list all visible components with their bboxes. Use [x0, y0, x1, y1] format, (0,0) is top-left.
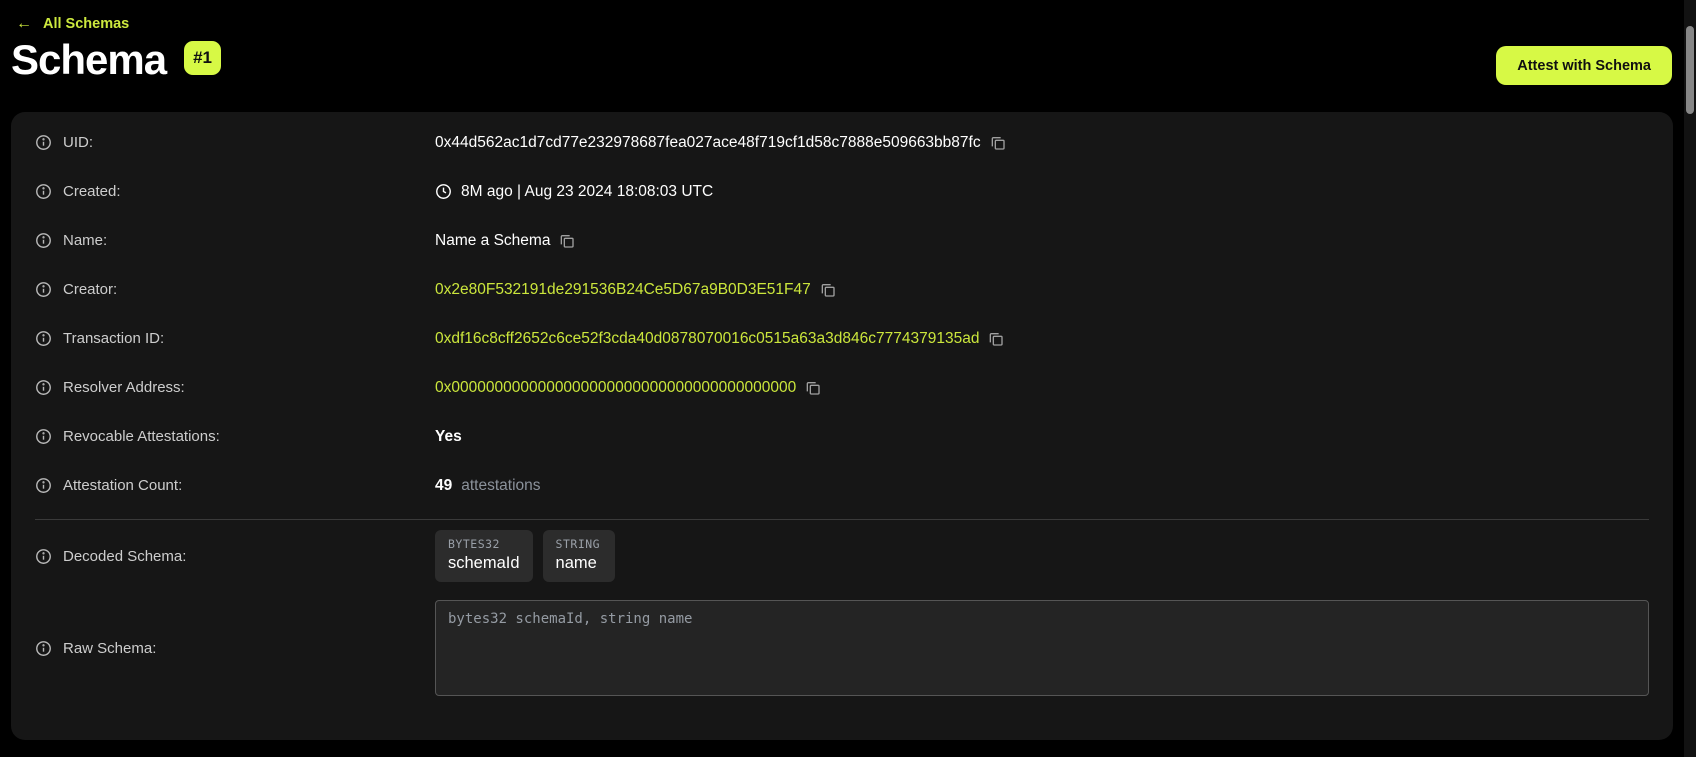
info-icon [35, 640, 52, 657]
attestations-link[interactable]: attestations [461, 477, 540, 495]
info-icon [35, 379, 52, 396]
creator-value-cell: 0x2e80F532191de291536B24Ce5D67a9B0D3E51F… [435, 281, 836, 299]
detail-row-name: Name: Name a Schema [11, 216, 1673, 265]
schema-field-chip: BYTES32 schemaId [435, 530, 533, 582]
raw-schema-label-cell: Raw Schema: [35, 640, 435, 657]
name-value-cell: Name a Schema [435, 232, 575, 250]
detail-row-resolver: Resolver Address: 0x00000000000000000000… [11, 363, 1673, 412]
info-icon [35, 548, 52, 565]
title-row: Schema #1 [11, 36, 221, 84]
created-label: Created: [63, 183, 121, 200]
info-icon [35, 428, 52, 445]
raw-schema-label: Raw Schema: [63, 640, 156, 657]
detail-row-attestation-count: Attestation Count: 49 attestations [11, 461, 1673, 510]
detail-row-decoded-schema: Decoded Schema: BYTES32 schemaId STRING … [11, 520, 1673, 592]
transaction-id-link[interactable]: 0xdf16c8cff2652c6ce52f3cda40d0878070016c… [435, 330, 979, 348]
field-name: name [556, 554, 597, 572]
copy-icon [988, 331, 1004, 347]
decoded-schema-fields: BYTES32 schemaId STRING name [435, 530, 615, 582]
resolver-label: Resolver Address: [63, 379, 185, 396]
creator-address-link[interactable]: 0x2e80F532191de291536B24Ce5D67a9B0D3E51F… [435, 281, 811, 299]
uid-label-cell: UID: [35, 134, 435, 151]
info-icon [35, 134, 52, 151]
transaction-label-cell: Transaction ID: [35, 330, 435, 347]
info-icon [35, 477, 52, 494]
transaction-label: Transaction ID: [63, 330, 164, 347]
copy-name-button[interactable] [559, 233, 575, 249]
uid-label: UID: [63, 134, 93, 151]
revocable-label-cell: Revocable Attestations: [35, 428, 435, 445]
attestation-count-number: 49 [435, 477, 452, 495]
attestation-count-label: Attestation Count: [63, 477, 182, 494]
copy-creator-button[interactable] [820, 282, 836, 298]
page-title: Schema [11, 36, 166, 84]
copy-uid-button[interactable] [990, 135, 1006, 151]
revocable-value: Yes [435, 428, 462, 446]
uid-value-cell: 0x44d562ac1d7cd77e232978687fea027ace48f7… [435, 134, 1006, 152]
info-icon [35, 330, 52, 347]
raw-schema-textarea[interactable]: bytes32 schemaId, string name [435, 600, 1649, 696]
schema-name-value: Name a Schema [435, 232, 550, 250]
schema-details-card: UID: 0x44d562ac1d7cd77e232978687fea027ac… [11, 112, 1673, 740]
detail-row-revocable: Revocable Attestations: Yes [11, 412, 1673, 461]
created-value: 8M ago | Aug 23 2024 18:08:03 UTC [461, 183, 713, 201]
copy-icon [805, 380, 821, 396]
detail-row-transaction-id: Transaction ID: 0xdf16c8cff2652c6ce52f3c… [11, 314, 1673, 363]
info-icon [35, 232, 52, 249]
name-label: Name: [63, 232, 107, 249]
revocable-label: Revocable Attestations: [63, 428, 220, 445]
created-value-cell: 8M ago | Aug 23 2024 18:08:03 UTC [435, 183, 713, 201]
creator-label: Creator: [63, 281, 117, 298]
detail-row-created: Created: 8M ago | Aug 23 2024 18:08:03 U… [11, 167, 1673, 216]
clock-icon [435, 183, 452, 200]
scrollbar-thumb[interactable] [1686, 26, 1694, 114]
detail-row-creator: Creator: 0x2e80F532191de291536B24Ce5D67a… [11, 265, 1673, 314]
resolver-label-cell: Resolver Address: [35, 379, 435, 396]
back-link-label: All Schemas [43, 16, 129, 32]
page-scrollbar[interactable] [1684, 0, 1696, 757]
copy-icon [820, 282, 836, 298]
detail-row-uid: UID: 0x44d562ac1d7cd77e232978687fea027ac… [11, 118, 1673, 167]
copy-icon [559, 233, 575, 249]
resolver-address-link[interactable]: 0x00000000000000000000000000000000000000… [435, 379, 796, 397]
arrow-left-icon: ← [16, 16, 32, 32]
detail-row-raw-schema: Raw Schema: bytes32 schemaId, string nam… [11, 592, 1673, 704]
transaction-value-cell: 0xdf16c8cff2652c6ce52f3cda40d0878070016c… [435, 330, 1004, 348]
created-label-cell: Created: [35, 183, 435, 200]
field-type: BYTES32 [448, 537, 520, 551]
uid-value: 0x44d562ac1d7cd77e232978687fea027ace48f7… [435, 134, 981, 152]
attestation-count-label-cell: Attestation Count: [35, 477, 435, 494]
revocable-value-cell: Yes [435, 428, 462, 446]
attest-with-schema-button[interactable]: Attest with Schema [1496, 46, 1672, 85]
schema-field-chip: STRING name [543, 530, 615, 582]
resolver-value-cell: 0x00000000000000000000000000000000000000… [435, 379, 821, 397]
copy-resolver-button[interactable] [805, 380, 821, 396]
decoded-schema-label: Decoded Schema: [63, 548, 186, 565]
name-label-cell: Name: [35, 232, 435, 249]
decoded-schema-label-cell: Decoded Schema: [35, 548, 435, 565]
schema-number-badge: #1 [184, 41, 221, 75]
back-to-all-schemas-link[interactable]: ← All Schemas [16, 16, 129, 32]
copy-transaction-button[interactable] [988, 331, 1004, 347]
attestation-count-value-cell: 49 attestations [435, 477, 541, 495]
copy-icon [990, 135, 1006, 151]
creator-label-cell: Creator: [35, 281, 435, 298]
info-icon [35, 281, 52, 298]
info-icon [35, 183, 52, 200]
field-type: STRING [556, 537, 602, 551]
field-name: schemaId [448, 554, 520, 572]
